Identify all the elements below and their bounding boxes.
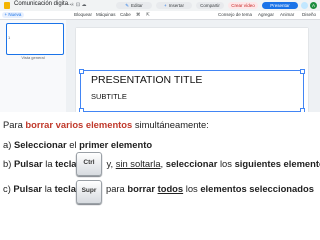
supr-key-icon: Supr [76,180,102,204]
slide-subtitle[interactable]: SUBTITLE [91,92,127,101]
toolbar-item[interactable]: Animar [280,12,294,18]
star-move-cloud-icons[interactable]: ☆ ⊡ ☁ [70,2,86,8]
app-header: Comunicación digita... ☆ ⊡ ☁ ✎ Editar + In… [0,0,320,11]
create-video-button[interactable]: Crear vídeo [228,2,258,9]
present-button[interactable]: Presentar [262,2,298,9]
slide-canvas: PRESENTATION TITLE SUBTITLE [66,20,320,112]
share-icon[interactable] [301,2,308,9]
avatar[interactable]: A [310,2,317,9]
resize-handle[interactable] [300,108,305,112]
filmstrip-caption: Vista general [21,55,45,60]
editor-screenshot: Comunicación digita... ☆ ⊡ ☁ ✎ Editar + In… [0,0,320,112]
toolbar-item[interactable]: ⌘ [136,12,141,18]
step-c-line: c) Pulsar la tecla para borrar todos los … [3,183,314,194]
toolbar-item[interactable]: ⇱ [146,12,150,18]
insert-button[interactable]: + Insertar [156,2,192,9]
editor-toolbar: + Nueva Bloquear Máquinas Cabe ⌘ ⇱ Conse… [0,11,320,20]
slide-thumbnail[interactable]: 1 [6,23,64,55]
resize-handle[interactable] [79,108,84,112]
ctrl-key-icon: Ctrl [76,152,102,176]
slides-logo-icon[interactable] [4,2,10,9]
edit-button[interactable]: ✎ Editar [116,2,152,9]
slide-title[interactable]: PRESENTATION TITLE [91,74,202,86]
toolbar-item[interactable]: Agregar [258,12,274,18]
slide-number: 1 [8,35,11,40]
toolbar-item[interactable]: Diseño [302,12,316,18]
toolbar-item[interactable]: Cabe [120,12,131,18]
slide-filmstrip: 1 Vista general [0,20,67,112]
document-title[interactable]: Comunicación digita... [14,1,73,7]
plus-icon: + [164,3,167,8]
current-slide[interactable]: PRESENTATION TITLE SUBTITLE [76,28,308,112]
new-slide-button[interactable]: + Nueva [2,12,24,18]
toolbar-item[interactable]: Bloquear [74,12,92,18]
pencil-icon: ✎ [125,3,129,8]
resize-handle[interactable] [300,69,305,74]
toolbar-item[interactable]: Consejo de tema [218,12,252,18]
title-placeholder[interactable]: PRESENTATION TITLE SUBTITLE [79,69,305,112]
resize-handle[interactable] [79,69,84,74]
share-menu-button[interactable]: Compartir [196,2,224,9]
step-b-line: b) Pulsar la tecla y, sin soltarla, selec… [3,158,320,169]
step-a-line: a) Seleccionar el primer elemento [3,139,153,150]
intro-line: Para borrar varios elementos simultáneam… [3,119,209,130]
toolbar-item[interactable]: Máquinas [96,12,116,18]
